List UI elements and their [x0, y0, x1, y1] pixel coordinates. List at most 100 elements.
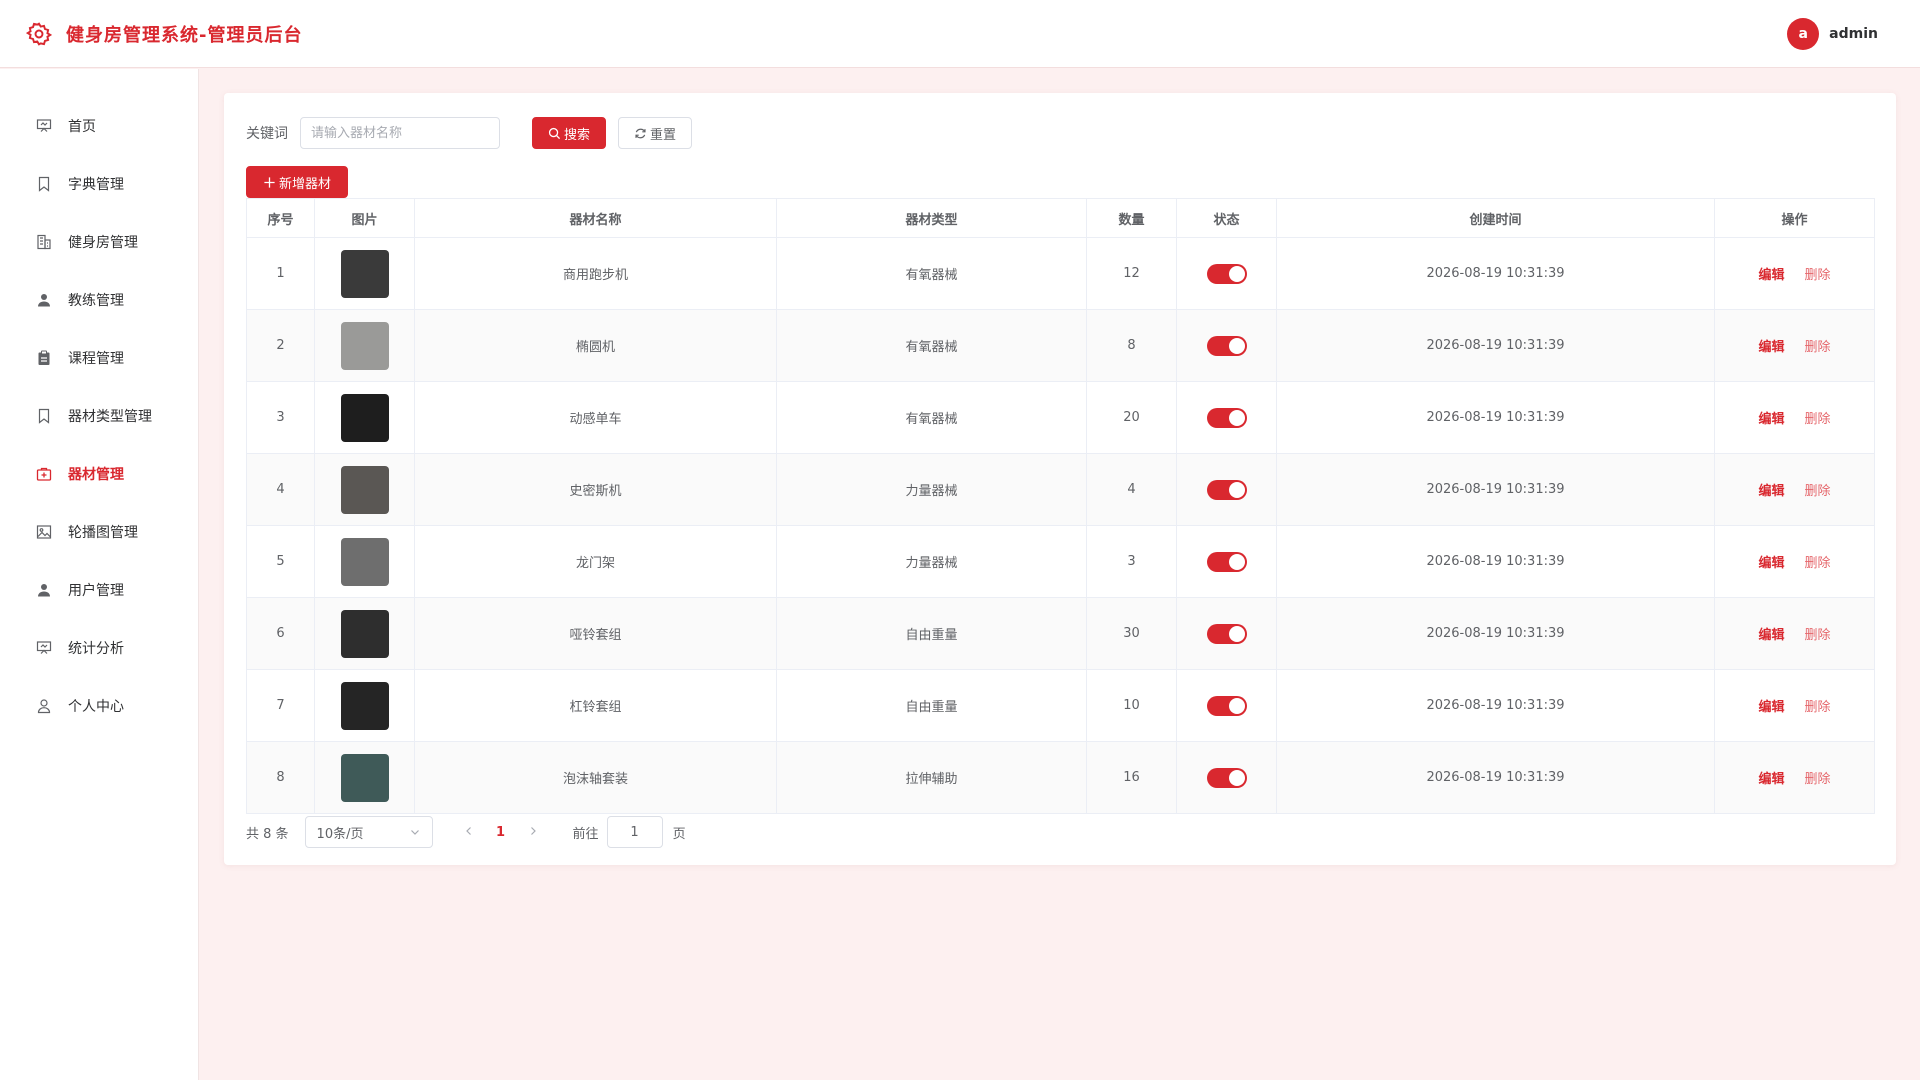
equipment-name: 史密斯机	[414, 453, 777, 526]
delete-button[interactable]: 删除	[1805, 700, 1831, 715]
sidebar-item-carousel[interactable]: 轮播图管理	[0, 503, 198, 561]
user-outline-icon	[37, 699, 51, 714]
column-header: 数量	[1086, 198, 1177, 238]
actions-cell: 编辑 删除	[1714, 525, 1875, 598]
sidebar-item-dictionary[interactable]: 字典管理	[0, 155, 198, 213]
equipment-name: 动感单车	[414, 381, 777, 454]
thumbnail-cell	[314, 309, 415, 382]
sidebar-item-label: 轮播图管理	[68, 525, 138, 541]
created-time: 2026-08-19 10:31:39	[1276, 597, 1715, 670]
sidebar-item-profile[interactable]: 个人中心	[0, 677, 198, 735]
clipboard-icon	[38, 350, 50, 365]
toolbar: 新增器材	[246, 166, 1874, 198]
chevron-right-icon	[530, 826, 536, 835]
thumbnail-cell	[314, 741, 415, 814]
edit-button[interactable]: 编辑	[1758, 412, 1784, 427]
presentation-icon	[36, 119, 52, 132]
table-row: 7 杠铃套组 自由重量 10 2026-08-19 10:31:39 编辑 删除	[246, 669, 1875, 742]
sidebar-item-statistics[interactable]: 统计分析	[0, 619, 198, 677]
edit-button[interactable]: 编辑	[1758, 772, 1784, 787]
status-toggle[interactable]	[1206, 695, 1247, 716]
edit-button[interactable]: 编辑	[1758, 484, 1784, 499]
edit-button[interactable]: 编辑	[1758, 628, 1784, 643]
sidebar-item-label: 用户管理	[68, 583, 124, 599]
reset-button[interactable]: 重置	[618, 117, 692, 149]
status-toggle[interactable]	[1206, 479, 1247, 500]
keyword-input[interactable]	[300, 117, 500, 149]
status-toggle[interactable]	[1206, 407, 1247, 428]
sidebar-item-equipment[interactable]: 器材管理	[0, 445, 198, 503]
edit-button[interactable]: 编辑	[1758, 268, 1784, 283]
actions-cell: 编辑 删除	[1714, 309, 1875, 382]
delete-button[interactable]: 删除	[1805, 268, 1831, 283]
edit-button[interactable]: 编辑	[1758, 340, 1784, 355]
sidebar-item-coach[interactable]: 教练管理	[0, 271, 198, 329]
status-toggle[interactable]	[1206, 263, 1247, 284]
delete-button[interactable]: 删除	[1805, 484, 1831, 499]
thumbnail-cell	[314, 381, 415, 454]
presentation-icon	[36, 641, 52, 654]
table-row: 8 泡沫轴套装 拉伸辅助 16 2026-08-19 10:31:39 编辑 删除	[246, 741, 1875, 814]
sidebar-item-course[interactable]: 课程管理	[0, 329, 198, 387]
actions-cell: 编辑 删除	[1714, 669, 1875, 742]
table-row: 1 商用跑步机 有氧器械 12 2026-08-19 10:31:39 编辑 删除	[246, 237, 1875, 310]
table-body: 1 商用跑步机 有氧器械 12 2026-08-19 10:31:39 编辑 删除 2 椭圆机有…	[246, 237, 1875, 814]
username[interactable]: admin	[1829, 26, 1878, 42]
goto-page-input[interactable]	[606, 816, 663, 848]
table-row: 6 哑铃套组 自由重量 30 2026-08-19 10:31:39 编辑 删除	[246, 597, 1875, 670]
avatar[interactable]: a	[1787, 17, 1820, 50]
actions-cell: 编辑 删除	[1714, 597, 1875, 670]
sidebar-item-user[interactable]: 用户管理	[0, 561, 198, 619]
status-cell	[1176, 669, 1277, 742]
delete-button[interactable]: 删除	[1805, 628, 1831, 643]
delete-button[interactable]: 删除	[1805, 340, 1831, 355]
sidebar-item-equipment-type[interactable]: 器材类型管理	[0, 387, 198, 445]
image-icon	[36, 525, 52, 539]
sidebar-item-label: 器材管理	[68, 467, 124, 483]
actions-cell: 编辑 删除	[1714, 453, 1875, 526]
delete-button[interactable]: 删除	[1805, 556, 1831, 571]
delete-button[interactable]: 删除	[1805, 412, 1831, 427]
status-toggle[interactable]	[1206, 767, 1247, 788]
equipment-name: 杠铃套组	[414, 669, 777, 742]
edit-button[interactable]: 编辑	[1758, 700, 1784, 715]
reset-button-label: 重置	[649, 127, 676, 143]
status-toggle[interactable]	[1206, 551, 1247, 572]
page-size-select[interactable]: 10条/页	[304, 816, 433, 848]
bookmark-icon	[38, 408, 50, 424]
equipment-thumbnail	[340, 537, 389, 586]
thumbnail-cell	[314, 669, 415, 742]
created-time: 2026-08-19 10:31:39	[1276, 669, 1715, 742]
plus-icon	[264, 176, 275, 188]
sidebar-item-label: 课程管理	[68, 351, 124, 367]
app-title: 健身房管理系统-管理员后台	[66, 24, 303, 46]
equipment-type: 拉伸辅助	[776, 741, 1087, 814]
prev-page-button[interactable]	[453, 825, 485, 840]
gear-icon	[26, 21, 52, 46]
page-number[interactable]: 1	[485, 825, 517, 840]
status-cell	[1176, 309, 1277, 382]
sidebar-item-home[interactable]: 首页	[0, 97, 198, 155]
add-equipment-button[interactable]: 新增器材	[246, 166, 348, 198]
equipment-quantity: 16	[1086, 741, 1177, 814]
column-header: 创建时间	[1276, 198, 1715, 238]
actions-cell: 编辑 删除	[1714, 381, 1875, 454]
equipment-quantity: 8	[1086, 309, 1177, 382]
edit-button[interactable]: 编辑	[1758, 556, 1784, 571]
status-cell	[1176, 381, 1277, 454]
brand: 健身房管理系统-管理员后台	[26, 21, 302, 47]
refresh-icon	[635, 128, 646, 138]
status-toggle[interactable]	[1206, 335, 1247, 356]
status-toggle[interactable]	[1206, 623, 1247, 644]
equipment-panel: 关键词 搜索 重置 新增器材 序号 图片 器材名称 器材类型 数量	[224, 93, 1896, 865]
sidebar-item-gym[interactable]: 健身房管理	[0, 213, 198, 271]
delete-button[interactable]: 删除	[1805, 772, 1831, 787]
goto-label: 前往	[572, 826, 599, 842]
equipment-thumbnail	[340, 249, 389, 298]
status-cell	[1176, 525, 1277, 598]
equipment-type: 自由重量	[776, 669, 1087, 742]
user-menu[interactable]: a admin	[1787, 17, 1878, 50]
equipment-name: 椭圆机	[414, 309, 777, 382]
search-button[interactable]: 搜索	[532, 117, 606, 149]
next-page-button[interactable]	[517, 825, 549, 840]
